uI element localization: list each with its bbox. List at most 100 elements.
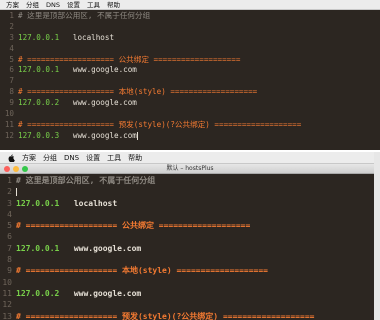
line-code: # =================== 本地(style) ========…	[18, 87, 380, 98]
editor-line[interactable]: 11 127.0.0.2 www.google.com	[0, 288, 380, 299]
editor-line[interactable]: 10	[0, 277, 380, 288]
editor-line[interactable]: 8	[0, 254, 380, 265]
line-number: 7	[9, 76, 14, 86]
hostname: localhost	[72, 32, 115, 42]
minimize-window-button[interactable]	[13, 166, 19, 172]
group-header-text: # =================== 预发(style)(?公共绑定) =…	[18, 119, 302, 129]
editor-line[interactable]: 13 # =================== 预发(style)(?公共绑定)…	[0, 311, 380, 320]
line-number: 5	[7, 221, 12, 231]
menu-item-tools[interactable]: 工具	[87, 0, 100, 10]
line-code: 127.0.0.3 www.google.com	[18, 131, 380, 142]
hostname: localhost	[73, 198, 118, 208]
editor-line[interactable]: 2	[0, 22, 380, 33]
editor-line[interactable]: 7	[0, 76, 380, 87]
editor-line[interactable]: 6 127.0.0.1 www.google.com	[0, 65, 380, 76]
menu-item-settings[interactable]: 设置	[86, 152, 100, 164]
editor-line[interactable]: 11 # =================== 预发(style)(?公共绑定)…	[0, 120, 380, 131]
line-number: 12	[2, 300, 12, 310]
line-number: 12	[4, 130, 14, 140]
line-code: 127.0.0.2 www.google.com	[16, 288, 380, 299]
window-controls	[4, 166, 28, 172]
line-code: # =================== 预发(style)(?公共绑定) =…	[16, 311, 380, 320]
hostname: www.google.com	[72, 98, 137, 108]
editor-line[interactable]: 1 # 这里是顶部公用区, 不属于任何分组	[0, 11, 380, 22]
editor-line[interactable]: 3 127.0.0.1 localhost	[0, 33, 380, 44]
line-number: 1	[9, 11, 14, 20]
editor-line[interactable]: 5 # =================== 公共绑定 ============…	[0, 55, 380, 66]
text-cursor	[136, 131, 138, 140]
menu-item-plan[interactable]: 方案	[6, 0, 19, 10]
separator-space	[59, 98, 73, 107]
separator-space	[59, 199, 73, 208]
hostname: www.google.com	[73, 288, 142, 298]
line-number: 11	[2, 288, 12, 298]
comment-text: # 这里是顶部公用区, 不属于任何分组	[16, 176, 156, 185]
editor-line[interactable]: 6	[0, 231, 380, 242]
hostname: www.google.com	[72, 130, 137, 140]
editor-line[interactable]: 9 # =================== 本地(style) =======…	[0, 265, 380, 276]
editor-line[interactable]: 7 127.0.0.1 www.google.com	[0, 243, 380, 254]
line-code: # =================== 本地(style) ========…	[16, 265, 380, 276]
editor-line[interactable]: 1 # 这里是顶部公用区, 不属于任何分组	[0, 175, 380, 186]
menu-item-tools[interactable]: 工具	[107, 152, 121, 164]
line-number: 8	[7, 255, 12, 265]
ip-address: 127.0.0.1	[18, 65, 60, 75]
line-number: 13	[2, 311, 12, 320]
menu-item-settings[interactable]: 设置	[67, 0, 80, 10]
line-code: # =================== 公共绑定 =============…	[16, 220, 380, 231]
separator-space	[59, 289, 73, 298]
group-header-text: # =================== 公共绑定 =============…	[18, 54, 241, 64]
line-number: 7	[7, 243, 12, 253]
editor-line[interactable]: 4	[0, 209, 380, 220]
editor-line[interactable]: 3 127.0.0.1 localhost	[0, 198, 380, 209]
menu-item-dns[interactable]: DNS	[46, 0, 60, 10]
editor-line[interactable]: 12	[0, 299, 380, 310]
editor-line[interactable]: 9 127.0.0.2 www.google.com	[0, 98, 380, 109]
line-code: 127.0.0.1 www.google.com	[18, 65, 380, 76]
line-number: 3	[9, 32, 14, 42]
hostname: www.google.com	[73, 243, 142, 253]
menu-item-plan[interactable]: 方案	[22, 152, 36, 164]
line-number: 9	[7, 266, 12, 276]
editor-line[interactable]: 2	[0, 186, 380, 197]
separator-space	[59, 131, 73, 140]
line-code: 127.0.0.1 localhost	[18, 33, 380, 44]
hosts-editor[interactable]: 1 # 这里是顶部公用区, 不属于任何分组 2 3 127.0.0.1 localhos…	[0, 10, 380, 142]
close-window-button[interactable]	[4, 166, 10, 172]
text-cursor	[16, 187, 17, 196]
editor-line[interactable]: 10	[0, 109, 380, 120]
separator-space	[59, 33, 73, 42]
line-code: # =================== 公共绑定 =============…	[18, 55, 380, 66]
line-number: 4	[7, 209, 12, 219]
line-number: 5	[9, 54, 14, 64]
menu-item-group[interactable]: 分组	[43, 152, 57, 164]
editor-line[interactable]: 8 # =================== 本地(style) =======…	[0, 87, 380, 98]
menu-item-group[interactable]: 分组	[26, 0, 39, 10]
menu-bar: 方案 分组 DNS 设置 工具 帮助	[0, 0, 380, 10]
line-code: 127.0.0.1 localhost	[16, 198, 380, 209]
editor-line[interactable]: 12 127.0.0.3 www.google.com	[0, 131, 380, 142]
ip-address: 127.0.0.1	[16, 198, 60, 208]
apple-logo-icon[interactable]	[8, 153, 15, 162]
line-number: 2	[9, 21, 14, 31]
line-code: # =================== 预发(style)(?公共绑定) =…	[18, 120, 380, 131]
menu-item-help[interactable]: 帮助	[107, 0, 120, 10]
group-header-text: # =================== 本地(style) ========…	[18, 87, 258, 97]
line-code: 127.0.0.1 www.google.com	[16, 243, 380, 254]
hostname: www.google.com	[72, 65, 137, 75]
hosts-editor[interactable]: 1 # 这里是顶部公用区, 不属于任何分组 2 3 127.0.0.1 localhos…	[0, 174, 380, 320]
ip-address: 127.0.0.3	[18, 130, 60, 140]
menu-item-help[interactable]: 帮助	[128, 152, 142, 164]
editor-line[interactable]: 5 # =================== 公共绑定 ============…	[0, 220, 380, 231]
zoom-window-button[interactable]	[22, 166, 28, 172]
editor-line[interactable]: 4	[0, 44, 380, 55]
line-code: 127.0.0.2 www.google.com	[18, 98, 380, 109]
menu-item-dns[interactable]: DNS	[64, 152, 79, 164]
ip-address: 127.0.0.1	[16, 243, 60, 253]
